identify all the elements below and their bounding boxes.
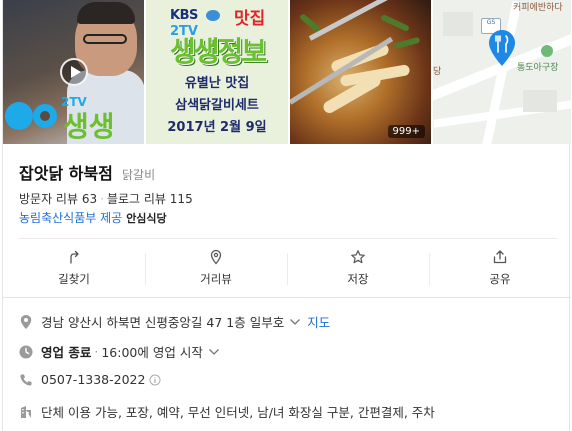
clock-icon <box>19 345 33 358</box>
visitor-reviews-count: 63 <box>81 192 98 206</box>
review-counts: 방문자 리뷰 63 · 블로그 리뷰 115 <box>19 190 193 207</box>
save-label: 저장 <box>347 272 369 286</box>
blog-reviews-link[interactable]: 블로그 리뷰 115 <box>107 192 193 206</box>
visitor-reviews-link[interactable]: 방문자 리뷰 63 <box>19 192 97 206</box>
share-label: 공유 <box>489 272 511 286</box>
chevron-down-icon[interactable] <box>289 318 301 326</box>
building-icon <box>21 405 31 418</box>
streetview-icon <box>210 249 222 265</box>
visitor-reviews-label: 방문자 리뷰 <box>19 192 79 206</box>
video-thumbnail[interactable]: 2TV 생생 <box>3 0 144 144</box>
map-link[interactable]: 지도 <box>307 312 330 331</box>
amenities-row: 단체 이용 가능, 포장, 예약, 무선 인터넷, 남/녀 화장실 구분, 간편… <box>19 402 435 421</box>
green-onion <box>380 13 410 33</box>
address-text[interactable]: 경남 양산시 하북면 신평중앙길 47 1층 일부호 <box>41 312 284 331</box>
map-label-partial: 당 <box>433 67 442 77</box>
directions-label: 길찾기 <box>58 272 90 286</box>
restaurant-pin-icon[interactable] <box>489 30 515 66</box>
svg-text:2TV: 2TV <box>61 95 88 109</box>
safe-restaurant-badge: 안심식당 <box>126 212 167 225</box>
poster-show: 생생정보 <box>170 35 267 68</box>
phone-icon <box>20 374 32 386</box>
action-bar: 길찾기 거리뷰 저장 공유 <box>3 239 571 297</box>
place-category: 닭갈비 <box>121 168 156 182</box>
chevron-down-icon[interactable] <box>208 348 220 356</box>
park-icon <box>541 45 553 57</box>
streetview-button[interactable]: 거리뷰 <box>145 239 287 297</box>
map-thumbnail[interactable]: 커피에반하다 당 통도아구장 GS <box>433 0 571 144</box>
place-card: 2TV 생생 KBS 맛집 2TV 생생정보 유별난 맛집 삼색닭갈비세트 20… <box>2 0 571 431</box>
food-photo[interactable]: 999+ <box>290 0 431 144</box>
phone-number[interactable]: 0507-1338-2022 <box>41 372 145 387</box>
play-icon <box>70 66 81 78</box>
place-name[interactable]: 잡앗닭 하북점 <box>19 164 113 183</box>
tv-logo-overlay: 2TV 생생 <box>5 95 115 142</box>
separator-dot: · <box>94 344 99 359</box>
directions-button[interactable]: 길찾기 <box>3 239 145 297</box>
hours-row: 영업 종료 · 16:00에 영업 시작 <box>19 342 220 361</box>
share-icon <box>493 250 507 264</box>
person-glasses <box>83 34 127 44</box>
map-block <box>443 12 473 36</box>
poster-line-3: 2017년 2월 9일 <box>167 120 267 135</box>
directions-icon <box>70 250 79 264</box>
provider-line[interactable]: 농림축산식품부 제공 안심식당 <box>19 209 167 226</box>
save-button[interactable]: 저장 <box>287 239 429 297</box>
photo-count-badge: 999+ <box>387 125 425 138</box>
play-button[interactable] <box>60 58 88 86</box>
kbs-logo-dot <box>206 10 220 21</box>
poster-line-2: 삼색닭갈비세트 <box>175 98 259 113</box>
address-row: 경남 양산시 하북면 신평중앙길 47 1층 일부호 지도 <box>19 312 330 331</box>
info-icon[interactable] <box>149 374 161 386</box>
poster-matjip: 맛집 <box>234 9 266 29</box>
poster-kbs: KBS <box>170 8 198 23</box>
map-label-ground: 통도아구장 <box>517 63 559 73</box>
hours-detail: 16:00에 영업 시작 <box>101 345 203 360</box>
blog-reviews-count: 115 <box>169 192 193 206</box>
map-block <box>523 90 557 112</box>
section-divider <box>3 297 571 298</box>
poster-line-1: 유별난 맛집 <box>184 76 250 91</box>
green-onion <box>393 36 421 50</box>
separator-dot: · <box>100 192 104 206</box>
streetview-label: 거리뷰 <box>200 272 232 286</box>
poster-photo[interactable]: KBS 맛집 2TV 생생정보 유별난 맛집 삼색닭갈비세트 2017년 2월 … <box>146 0 288 144</box>
map-label-cafe: 커피에반하다 <box>513 3 563 13</box>
star-icon <box>351 250 365 264</box>
hours-status: 영업 종료 <box>41 345 92 360</box>
location-pin-icon <box>20 314 32 329</box>
person-hair <box>77 2 135 24</box>
photo-strip: 2TV 생생 KBS 맛집 2TV 생생정보 유별난 맛집 삼색닭갈비세트 20… <box>3 0 571 144</box>
blog-reviews-label: 블로그 리뷰 <box>106 192 166 206</box>
amenities-text: 단체 이용 가능, 포장, 예약, 무선 인터넷, 남/녀 화장실 구분, 간편… <box>41 405 435 420</box>
title-row: 잡앗닭 하북점 닭갈비 <box>19 160 155 184</box>
svg-text:생생: 생생 <box>63 110 115 142</box>
provider-text: 농림축산식품부 제공 <box>19 211 123 225</box>
share-button[interactable]: 공유 <box>429 239 571 297</box>
phone-row: 0507-1338-2022 <box>19 372 161 387</box>
gs-label: GS <box>486 19 496 26</box>
